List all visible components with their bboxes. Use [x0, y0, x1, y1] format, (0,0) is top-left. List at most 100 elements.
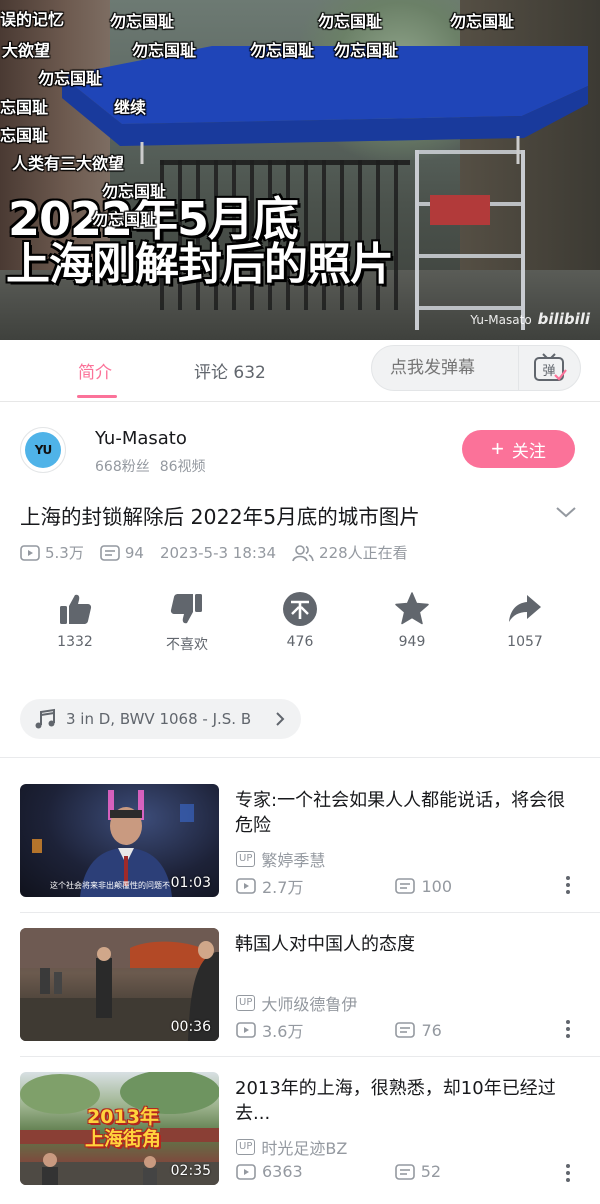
music-note-icon — [35, 708, 55, 729]
uploader-name: 时光足迹BZ — [261, 1139, 348, 1158]
recommended-stats: 6363 52 — [236, 1162, 471, 1181]
uploader-name: 大师级德鲁伊 — [261, 995, 358, 1014]
chevron-right-icon — [276, 712, 285, 726]
recommended-title[interactable]: 2013年的上海，很熟悉，却10年已经过去... — [235, 1076, 580, 1126]
video-title: 上海的封锁解除后 2022年5月底的城市图片 — [20, 505, 420, 529]
view-count: 2.7万 — [262, 878, 304, 897]
danmaku-comment: 忘国耻 — [0, 126, 49, 145]
danmaku-comment: 勿忘国耻 — [250, 41, 315, 60]
uploader-videos: 86视频 — [159, 459, 206, 475]
danmaku-count-icon — [394, 1163, 415, 1180]
recommended-stats: 2.7万 100 — [236, 874, 482, 898]
follow-button[interactable]: + 关注 — [462, 430, 575, 468]
recommended-uploader: UP 繁婷季慧 — [236, 847, 325, 871]
tab-comments[interactable]: 评论 632 — [194, 358, 266, 383]
play-count-icon — [236, 1022, 256, 1038]
play-count-icon — [236, 878, 256, 894]
music-title: 3 in D, BWV 1068 - J.S. B — [66, 710, 252, 728]
watermark-brand: bilibili — [537, 310, 590, 328]
background-music-chip[interactable]: 3 in D, BWV 1068 - J.S. B — [20, 699, 301, 739]
recommended-video[interactable]: 这个社会将来非出颠覆性的问题不 01:03 专家:一个社会如果人人都能说话，将会… — [0, 784, 600, 914]
view-count: 5.3万 — [20, 542, 84, 563]
dislike-button[interactable]: 不喜欢 — [147, 590, 227, 654]
favorite-button[interactable]: 949 — [372, 590, 452, 650]
danmaku-count: 76 — [421, 1020, 442, 1040]
danmaku-comment: 勿忘国耻 — [102, 182, 167, 201]
danmaku-comment: 勿忘国耻 — [110, 12, 175, 31]
danmaku-comment: 继续 — [114, 98, 147, 117]
view-count: 6363 — [262, 1162, 303, 1181]
section-divider — [0, 757, 600, 758]
view-count-text: 5.3万 — [45, 544, 84, 562]
people-icon — [292, 544, 314, 561]
coin-icon — [283, 592, 317, 626]
video-duration: 00:36 — [170, 1019, 211, 1035]
video-meta: 5.3万 94 2023-5-3 18:34 228人正在看 — [20, 542, 424, 563]
follow-label: 关注 — [511, 441, 546, 461]
video-thumbnail[interactable]: 这个社会将来非出颠覆性的问题不 01:03 — [20, 784, 219, 897]
danmaku-send-box[interactable]: 弹 — [371, 345, 581, 391]
danmaku-toggle-icon: 弹 — [533, 353, 567, 381]
thumbs-down-icon — [170, 594, 202, 624]
video-thumbnail[interactable]: 00:36 — [20, 928, 219, 1041]
recommended-title[interactable]: 韩国人对中国人的态度 — [235, 932, 580, 957]
thumbnail-caption: 2013年 上海街角 — [84, 1106, 161, 1150]
view-count: 3.6万 — [262, 1022, 304, 1041]
recommended-uploader: UP 大师级德鲁伊 — [236, 991, 357, 1015]
danmaku-comment: 大欲望 — [2, 41, 51, 60]
danmaku-comment: 勿忘国耻 — [92, 210, 157, 229]
uploader-fans: 668粉丝 — [95, 459, 150, 475]
danmaku-count-icon — [395, 878, 416, 894]
more-options-icon[interactable] — [560, 1162, 576, 1184]
recommended-video[interactable]: 2013年 上海街角 02:35 2013年的上海，很熟悉，却10年已经过去..… — [0, 1072, 600, 1202]
share-button[interactable]: 1057 — [485, 590, 565, 650]
star-icon — [395, 592, 429, 625]
dislike-label: 不喜欢 — [166, 637, 208, 653]
danmaku-comment: 勿忘国耻 — [334, 41, 399, 60]
tab-intro[interactable]: 简介 — [78, 358, 112, 383]
active-tab-indicator — [77, 395, 117, 398]
danmaku-comment: 勿忘国耻 — [38, 69, 103, 88]
list-divider — [20, 912, 600, 913]
like-button[interactable]: 1332 — [35, 590, 115, 650]
danmaku-count-icon — [100, 544, 120, 561]
video-player[interactable]: 误的记忆 勿忘国耻 勿忘国耻 勿忘国耻 大欲望 勿忘国耻 勿忘国耻 勿忘国耻 勿… — [0, 0, 600, 340]
video-duration: 02:35 — [170, 1163, 211, 1179]
danmaku-comment: 勿忘国耻 — [132, 41, 197, 60]
danmaku-count: 100 — [421, 876, 452, 896]
more-options-icon[interactable] — [560, 1018, 576, 1040]
video-thumbnail[interactable]: 2013年 上海街角 02:35 — [20, 1072, 219, 1185]
like-count: 1332 — [57, 634, 93, 650]
recommended-video[interactable]: 00:36 韩国人对中国人的态度 UP 大师级德鲁伊 3.6万 76 — [0, 928, 600, 1058]
danmaku-toggle-label: 弹 — [542, 364, 555, 379]
up-badge: UP — [236, 1139, 256, 1155]
danmaku-toggle-button[interactable]: 弹 — [518, 346, 580, 390]
chevron-down-icon[interactable] — [554, 500, 578, 524]
play-count-icon — [236, 1163, 256, 1180]
danmaku-input[interactable] — [390, 358, 520, 378]
watermark-author: Yu-Masato — [470, 313, 532, 327]
up-badge: UP — [236, 851, 256, 867]
video-caption-line-2: 上海刚解封后的照片 — [5, 238, 395, 291]
play-count-icon — [20, 544, 40, 561]
share-arrow-icon — [509, 595, 541, 622]
danmaku-comment: 勿忘国耻 — [450, 12, 515, 31]
video-duration: 01:03 — [170, 875, 211, 891]
coin-button[interactable]: 476 — [260, 590, 340, 650]
publish-time: 2023-5-3 18:34 — [159, 543, 277, 562]
uploader-name[interactable]: Yu-Masato — [95, 428, 187, 449]
more-options-icon[interactable] — [560, 874, 576, 896]
avatar-image: YU — [25, 432, 61, 468]
recommended-title[interactable]: 专家:一个社会如果人人都能说话，将会很危险 — [235, 788, 580, 838]
danmaku-comment: 人类有三大欲望 — [12, 154, 125, 173]
plus-icon: + — [491, 436, 504, 461]
danmaku-comment: 误的记忆 — [0, 10, 65, 29]
uploader-avatar[interactable]: YU — [20, 427, 66, 473]
danmaku-count: 52 — [420, 1162, 442, 1181]
danmaku-comment: 勿忘国耻 — [318, 12, 383, 31]
danmaku-comment: 忘国耻 — [0, 98, 49, 117]
video-watermark: Yu-Masato bilibili — [470, 310, 590, 328]
danmaku-count: 94 — [100, 544, 144, 562]
uploader-name: 繁婷季慧 — [261, 851, 326, 870]
up-badge: UP — [236, 995, 256, 1011]
